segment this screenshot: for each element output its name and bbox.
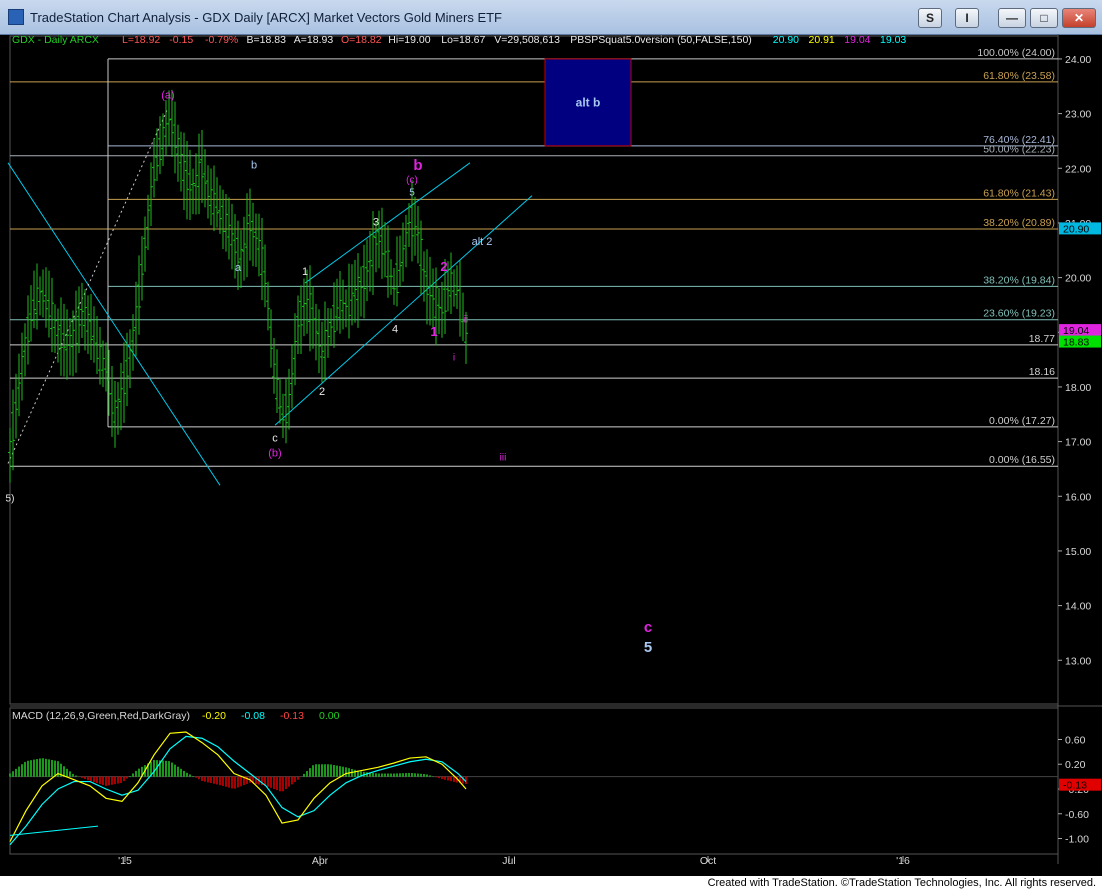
header-value: V=29,508,613: [494, 34, 560, 46]
macd-legend-value: -0.13: [280, 710, 304, 722]
window-title: TradeStation Chart Analysis - GDX Daily …: [30, 10, 502, 25]
fib-level-label: 18.77: [1029, 333, 1055, 345]
fib-level-label: 0.00% (17.27): [989, 415, 1055, 427]
price-badge-label: 19.04: [1063, 325, 1089, 337]
macd-legend: MACD (12,26,9,Green,Red,DarkGray): [12, 710, 190, 722]
trendline: [7, 162, 221, 486]
date-axis-label: '16: [896, 855, 910, 867]
wave-label: b: [251, 159, 257, 171]
wave-label: 1: [302, 266, 308, 278]
wave-label: iii: [500, 453, 507, 464]
header-value: L=18.92: [122, 34, 160, 46]
header-value: 20.91: [809, 34, 835, 46]
chart-canvas[interactable]: GDX - Daily ARCX L=18.92 -0.15 -0.79% B=18.8…: [0, 34, 1102, 876]
wave-label: (c): [406, 175, 418, 186]
price-axis-label: 22.00: [1065, 163, 1091, 175]
price-axis-label: 20.00: [1065, 273, 1091, 285]
macd-trendline: [9, 825, 99, 836]
price-badge-label: 18.83: [1063, 337, 1089, 349]
copyright-text: Created with TradeStation. ©TradeStation…: [707, 877, 1096, 889]
date-axis-label: Oct: [700, 855, 716, 867]
header-value: 19.03: [880, 34, 906, 46]
fib-level-label: 61.80% (21.43): [983, 187, 1055, 199]
wave-label: i: [453, 353, 455, 364]
symbol-label: GDX - Daily ARCX: [12, 34, 99, 46]
price-axis-label: 23.00: [1065, 109, 1091, 121]
wave-label: 1: [430, 324, 437, 339]
app-icon: [8, 9, 24, 25]
wave-label: (a): [161, 89, 174, 101]
wave-label: a: [235, 262, 242, 274]
fib-level-label: 38.20% (19.84): [983, 274, 1055, 286]
macd-panel-frame: [9, 707, 1059, 855]
wave-label: alt 2: [472, 236, 493, 248]
footer: Created with TradeStation. ©TradeStation…: [0, 876, 1102, 891]
fib-level-label: 18.16: [1029, 366, 1055, 378]
macd-legend-value: -0.20: [202, 710, 226, 722]
fib-level-label: 61.80% (23.58): [983, 70, 1055, 82]
wave-label: (b): [268, 447, 281, 459]
price-axis-label: 24.00: [1065, 54, 1091, 66]
macd-axis-label: -0.60: [1065, 809, 1089, 821]
maximize-button[interactable]: □: [1030, 8, 1058, 28]
i-button[interactable]: I: [955, 8, 979, 28]
alt-b-label: alt b: [576, 95, 601, 109]
minimize-button[interactable]: —: [998, 8, 1026, 28]
wave-label: 4: [392, 323, 398, 335]
chart-area[interactable]: GDX - Daily ARCX L=18.92 -0.15 -0.79% B=18.8…: [0, 34, 1102, 876]
wave-label: ii: [464, 314, 468, 325]
header-value: 19.04: [844, 34, 870, 46]
price-axis-label: 14.00: [1065, 601, 1091, 613]
header-value: A=18.93: [294, 34, 334, 46]
close-button[interactable]: ✕: [1062, 8, 1096, 28]
price-badge-label: 20.90: [1063, 223, 1089, 235]
price-axis-label: 18.00: [1065, 382, 1091, 394]
wave-label: 2: [440, 259, 447, 274]
header-value: Lo=18.67: [441, 34, 485, 46]
price-axis-label: 15.00: [1065, 546, 1091, 558]
price-axis-label: 13.00: [1065, 655, 1091, 667]
macd-legend-value: 0.00: [319, 710, 340, 722]
fib-level-label: 50.00% (22.23): [983, 144, 1055, 156]
wave-label: 3: [373, 217, 379, 229]
s-button[interactable]: S: [918, 8, 942, 28]
wave-label: 2: [319, 386, 325, 398]
fib-level-label: 100.00% (24.00): [977, 47, 1055, 59]
wave-label: c: [272, 433, 278, 445]
price-axis-label: 16.00: [1065, 491, 1091, 503]
wave-label: 5: [644, 639, 652, 656]
date-axis-label: Jul: [502, 855, 515, 867]
wave-label: 5: [409, 188, 415, 199]
fib-level-label: 38.20% (20.89): [983, 217, 1055, 229]
macd-axis-label: 0.20: [1065, 759, 1086, 771]
header-value: -0.79%: [205, 34, 238, 46]
header-value: -0.15: [169, 34, 193, 46]
main-panel-frame: [9, 35, 1059, 705]
date-axis-label: '15: [118, 855, 132, 867]
macd-legend-value: -0.08: [241, 710, 265, 722]
wave-label: c: [644, 619, 652, 636]
macd-axis-label: 0.60: [1065, 734, 1086, 746]
fib-level-label: 23.60% (19.23): [983, 308, 1055, 320]
macd-badge-label: -0.13: [1063, 780, 1087, 792]
header-value: O=18.82: [341, 34, 382, 46]
header-value: 20.90: [773, 34, 799, 46]
wave-label: 5): [6, 494, 15, 505]
header-value: B=18.83: [247, 34, 287, 46]
header-value: Hi=19.00: [388, 34, 430, 46]
macd-axis-label: -1.00: [1065, 834, 1089, 846]
price-axis-label: 17.00: [1065, 437, 1091, 449]
fib-level-label: 0.00% (16.55): [989, 454, 1055, 466]
title-bar: TradeStation Chart Analysis - GDX Daily …: [0, 0, 1102, 35]
date-axis-label: Apr: [312, 855, 329, 867]
trendline: [7, 107, 169, 464]
header-value: PBSPSquat5.0version (50,FALSE,150): [570, 34, 752, 46]
wave-label: b: [413, 157, 422, 174]
